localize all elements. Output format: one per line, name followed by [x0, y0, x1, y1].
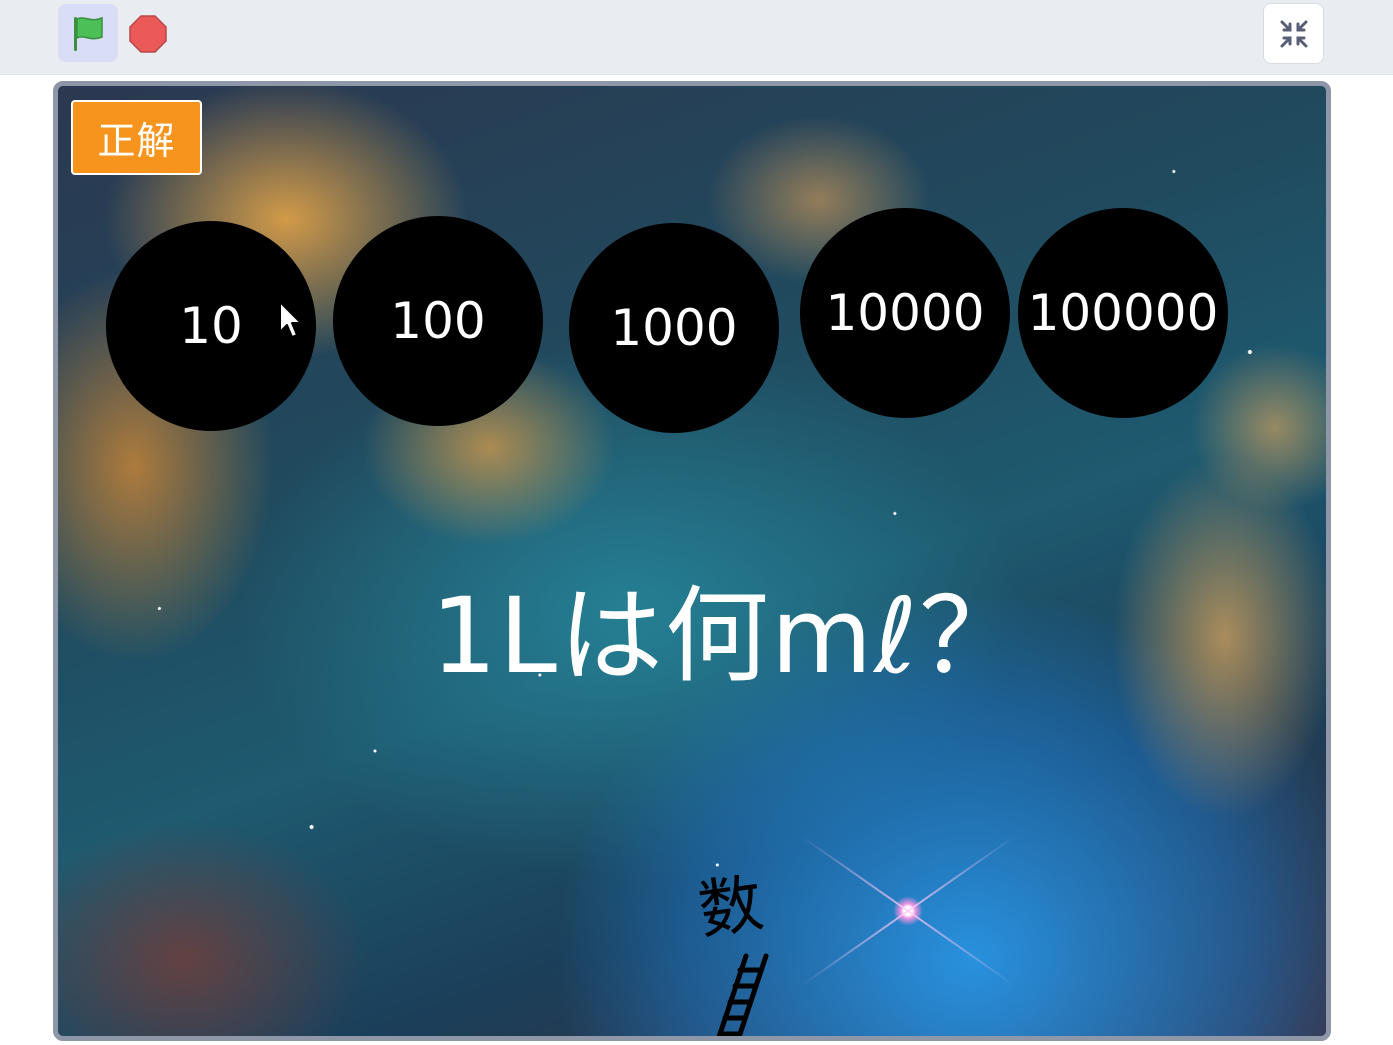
exit-fullscreen-button[interactable]	[1263, 3, 1324, 64]
stage-toolbar	[0, 0, 1393, 75]
answer-label: 1000	[610, 299, 738, 357]
correct-label: 正解	[71, 100, 202, 175]
game-stage[interactable]: 正解 10 100 1000 10000 100000 1Lは何mℓ？ 数	[53, 81, 1331, 1041]
question-text: 1Lは何mℓ？	[430, 575, 1026, 697]
mouse-cursor-icon	[279, 301, 302, 338]
ladder-sprite[interactable]	[698, 946, 778, 1041]
answer-label: 10000	[825, 284, 985, 342]
answer-button-100[interactable]: 100	[333, 216, 543, 426]
shrink-arrows-icon	[1280, 20, 1307, 47]
answer-button-10000[interactable]: 10000	[800, 208, 1010, 418]
stop-sign-icon	[129, 15, 167, 53]
kanji-sprite[interactable]: 数	[692, 852, 768, 952]
answer-label: 100000	[1027, 284, 1219, 342]
green-flag-icon	[74, 16, 103, 51]
green-flag-button[interactable]	[58, 4, 118, 62]
bright-star	[893, 896, 923, 926]
answer-button-100000[interactable]: 100000	[1018, 208, 1228, 418]
answer-label: 10	[179, 297, 243, 355]
stop-button[interactable]	[126, 12, 170, 56]
answer-button-1000[interactable]: 1000	[569, 223, 779, 433]
answer-label: 100	[390, 292, 486, 350]
